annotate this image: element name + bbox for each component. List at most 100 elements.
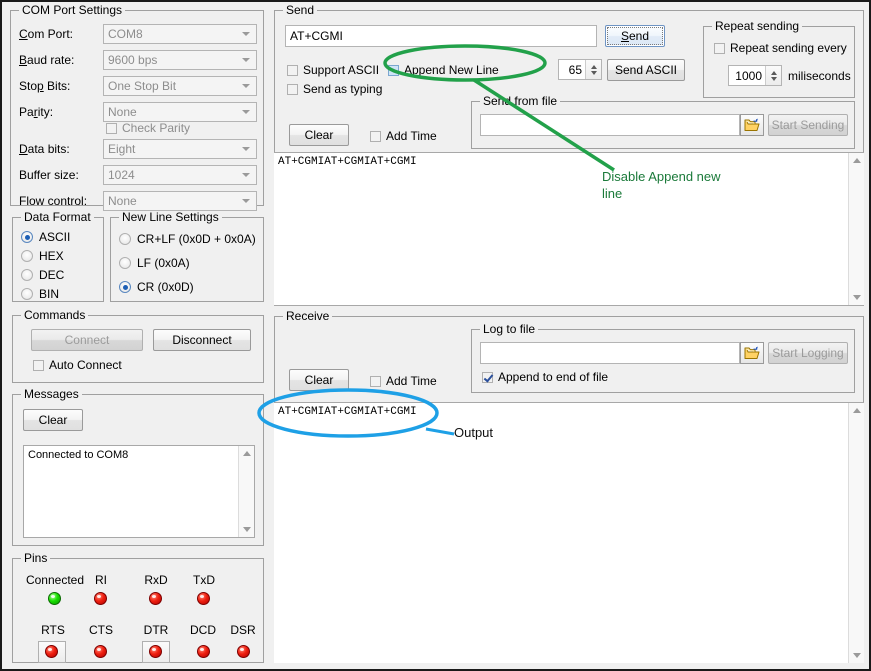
- send-log-text: AT+CGMIAT+CGMIAT+CGMI: [278, 156, 846, 168]
- radio-hex[interactable]: HEX: [21, 249, 64, 263]
- send-as-typing-checkbox[interactable]: Send as typing: [287, 82, 382, 96]
- radio-ascii-label: ASCII: [39, 230, 70, 244]
- send-input[interactable]: AT+CGMI: [285, 25, 597, 47]
- messages-scrollbar[interactable]: [238, 446, 254, 537]
- scroll-up-icon[interactable]: [853, 408, 861, 413]
- baud-rate-value: 9600 bps: [108, 53, 157, 67]
- messages-group: Messages Clear Connected to COM8: [12, 394, 264, 546]
- flow-control-select[interactable]: None: [103, 191, 257, 211]
- radio-crlf-label: CR+LF (0x0D + 0x0A): [137, 232, 256, 246]
- stepper-up-icon[interactable]: [771, 71, 777, 75]
- pin-rts-led: [45, 645, 58, 658]
- receive-add-time-checkbox[interactable]: Add Time: [370, 374, 437, 388]
- send-add-time-checkbox[interactable]: Add Time: [370, 129, 437, 143]
- scroll-up-icon[interactable]: [243, 451, 251, 456]
- baud-rate-select[interactable]: 9600 bps: [103, 50, 257, 70]
- scroll-down-icon[interactable]: [243, 527, 251, 532]
- radio-crlf[interactable]: CR+LF (0x0D + 0x0A): [119, 232, 256, 246]
- send-button[interactable]: Send: [605, 25, 665, 47]
- send-log-scrollbar[interactable]: [848, 153, 864, 305]
- messages-log-area[interactable]: Connected to COM8: [23, 445, 255, 538]
- repeat-sending-checkbox[interactable]: Repeat sending every: [714, 41, 847, 55]
- pin-cts-led: [94, 645, 107, 658]
- support-ascii-checkbox[interactable]: Support ASCII: [287, 63, 379, 77]
- pin-dsr-led: [237, 645, 250, 658]
- pin-txd-led: [197, 592, 210, 605]
- com-port-settings-title: COM Port Settings: [19, 4, 125, 16]
- append-end-of-file-checkbox[interactable]: Append to end of file: [482, 370, 608, 384]
- scroll-up-icon[interactable]: [853, 158, 861, 163]
- data-format-group: Data Format ASCII HEX DEC BIN: [12, 217, 104, 302]
- send-group: Send AT+CGMI Send Support ASCII Append N…: [274, 10, 864, 306]
- append-new-line-checkbox[interactable]: Append New Line: [388, 63, 499, 77]
- flow-control-label: Flow control:: [19, 194, 87, 208]
- start-sending-button[interactable]: Start Sending: [768, 114, 848, 136]
- send-from-file-group: Send from file Start Sending: [471, 101, 855, 149]
- buffer-size-select[interactable]: 1024: [103, 165, 257, 185]
- stepper-buttons[interactable]: [585, 60, 601, 79]
- checkbox-box: [714, 43, 725, 54]
- parity-select[interactable]: None: [103, 102, 257, 122]
- repeat-units-label: miliseconds: [788, 69, 851, 83]
- pin-rxd-label: RxD: [136, 573, 176, 587]
- messages-clear-button[interactable]: Clear: [23, 409, 83, 431]
- send-file-browse-button[interactable]: [740, 114, 764, 136]
- ascii-code-value: 65: [559, 63, 585, 77]
- pin-ri-label: RI: [81, 573, 121, 587]
- stop-bits-select[interactable]: One Stop Bit: [103, 76, 257, 96]
- send-ascii-button[interactable]: Send ASCII: [607, 59, 685, 81]
- radio-lf[interactable]: LF (0x0A): [119, 256, 190, 270]
- baud-rate-label: Baud rate:: [19, 53, 74, 67]
- check-parity-checkbox[interactable]: Check Parity: [106, 121, 190, 135]
- receive-scrollbar[interactable]: [848, 403, 864, 663]
- radio-dot: [21, 269, 33, 281]
- disconnect-button-label: Disconnect: [172, 333, 231, 347]
- send-title: Send: [283, 4, 317, 16]
- radio-dec[interactable]: DEC: [21, 268, 64, 282]
- pin-dtr-label: DTR: [136, 623, 176, 637]
- scroll-down-icon[interactable]: [853, 295, 861, 300]
- repeat-interval-stepper[interactable]: 1000: [728, 65, 782, 86]
- send-file-path-input[interactable]: [480, 114, 740, 136]
- com-port-value: COM8: [108, 27, 143, 41]
- radio-dot: [21, 250, 33, 262]
- connect-button[interactable]: Connect: [31, 329, 143, 351]
- pin-rxd-led: [149, 592, 162, 605]
- messages-log-text: Connected to COM8: [28, 449, 236, 461]
- receive-clear-label: Clear: [305, 373, 334, 387]
- log-file-browse-button[interactable]: [740, 342, 764, 364]
- send-button-label: Send: [621, 29, 649, 43]
- ascii-code-stepper[interactable]: 65: [558, 59, 602, 80]
- stepper-up-icon[interactable]: [591, 65, 597, 69]
- pin-dcd-led: [197, 645, 210, 658]
- checkbox-box: [482, 372, 493, 383]
- disconnect-button[interactable]: Disconnect: [153, 329, 251, 351]
- stepper-down-icon[interactable]: [771, 77, 777, 81]
- parity-value: None: [108, 105, 137, 119]
- auto-connect-checkbox[interactable]: Auto Connect: [33, 358, 122, 372]
- send-clear-button[interactable]: Clear: [289, 124, 349, 146]
- data-bits-select[interactable]: Eight: [103, 139, 257, 159]
- log-file-path-input[interactable]: [480, 342, 740, 364]
- receive-add-time-label: Add Time: [386, 374, 437, 388]
- radio-dot: [21, 231, 33, 243]
- start-logging-button[interactable]: Start Logging: [768, 342, 848, 364]
- send-log-area[interactable]: AT+CGMIAT+CGMIAT+CGMI: [274, 152, 864, 306]
- radio-cr[interactable]: CR (0x0D): [119, 280, 194, 294]
- stepper-buttons[interactable]: [765, 66, 781, 85]
- stepper-down-icon[interactable]: [591, 71, 597, 75]
- checkbox-box: [33, 360, 44, 371]
- connect-button-label: Connect: [65, 333, 110, 347]
- radio-bin[interactable]: BIN: [21, 287, 59, 301]
- receive-title: Receive: [283, 310, 332, 322]
- start-sending-label: Start Sending: [772, 118, 845, 132]
- radio-dot: [119, 281, 131, 293]
- receive-clear-button[interactable]: Clear: [289, 369, 349, 391]
- pin-cts-label: CTS: [81, 623, 121, 637]
- scroll-down-icon[interactable]: [853, 653, 861, 658]
- checkbox-box: [388, 65, 399, 76]
- receive-output-area[interactable]: AT+CGMIAT+CGMIAT+CGMI: [274, 402, 864, 663]
- log-to-file-group: Log to file Start Logging Append to end …: [471, 329, 855, 393]
- radio-ascii[interactable]: ASCII: [21, 230, 70, 244]
- com-port-select[interactable]: COM8: [103, 24, 257, 44]
